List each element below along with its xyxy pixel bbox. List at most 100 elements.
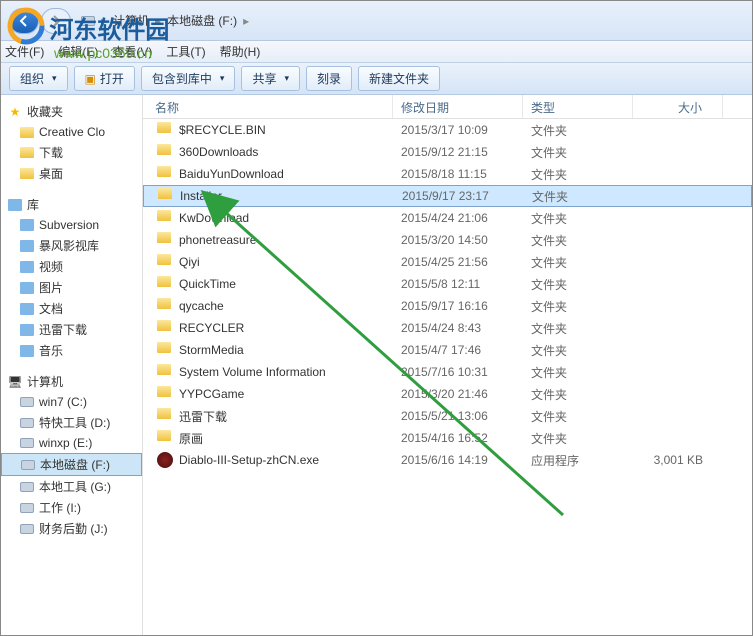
file-date-cell: 2015/4/16 16:52 bbox=[393, 431, 523, 445]
col-date[interactable]: 修改日期 bbox=[393, 95, 523, 118]
organize-button[interactable]: 组织 bbox=[9, 66, 68, 91]
toolbar: 组织 ▣打开 包含到库中 共享 刻录 新建文件夹 bbox=[1, 63, 752, 95]
library-icon bbox=[7, 197, 23, 213]
tree-item-icon bbox=[19, 479, 35, 495]
include-library-button[interactable]: 包含到库中 bbox=[141, 66, 236, 91]
file-row[interactable]: BaiduYunDownload2015/8/18 11:15文件夹 bbox=[143, 163, 752, 185]
tree-item-icon bbox=[19, 280, 35, 296]
file-name: BaiduYunDownload bbox=[179, 167, 284, 181]
breadcrumb[interactable]: ▸ 计算机 ▸ 本地磁盘 (F:) ▸ bbox=[81, 12, 251, 29]
sidebar-item[interactable]: 工作 (I:) bbox=[1, 497, 142, 518]
sidebar-item[interactable]: 图片 bbox=[1, 277, 142, 298]
new-folder-button[interactable]: 新建文件夹 bbox=[358, 66, 440, 91]
favorites-root[interactable]: ★收藏夹 bbox=[1, 101, 142, 122]
computer-label: 计算机 bbox=[27, 373, 63, 390]
file-row[interactable]: Diablo-III-Setup-zhCN.exe2015/6/16 14:19… bbox=[143, 449, 752, 471]
file-date-cell: 2015/8/18 11:15 bbox=[393, 167, 523, 181]
open-icon: ▣ bbox=[85, 72, 96, 86]
tree-item-label: 特快工具 (D:) bbox=[39, 414, 110, 431]
file-row[interactable]: $RECYCLE.BIN2015/3/17 10:09文件夹 bbox=[143, 119, 752, 141]
favorites-label: 收藏夹 bbox=[27, 103, 63, 120]
menu-view[interactable]: 查看(V) bbox=[112, 43, 152, 60]
file-name-cell: 原画 bbox=[143, 430, 393, 447]
col-name[interactable]: 名称 bbox=[143, 95, 393, 118]
file-row[interactable]: Qiyi2015/4/25 21:56文件夹 bbox=[143, 251, 752, 273]
file-row[interactable]: 原画2015/4/16 16:52文件夹 bbox=[143, 427, 752, 449]
file-row[interactable]: StormMedia2015/4/7 17:46文件夹 bbox=[143, 339, 752, 361]
file-date-cell: 2015/6/16 14:19 bbox=[393, 453, 523, 467]
file-date-cell: 2015/9/12 21:15 bbox=[393, 145, 523, 159]
file-type-cell: 文件夹 bbox=[523, 144, 633, 161]
tree-item-label: Creative Clo bbox=[39, 125, 105, 139]
file-row[interactable]: QuickTime2015/5/8 12:11文件夹 bbox=[143, 273, 752, 295]
tree-item-icon bbox=[19, 145, 35, 161]
nav-forward-button[interactable] bbox=[41, 8, 71, 34]
tree-item-label: 本地工具 (G:) bbox=[39, 478, 111, 495]
menu-tools[interactable]: 工具(T) bbox=[166, 43, 205, 60]
folder-icon bbox=[157, 320, 173, 336]
tree-item-label: 迅雷下载 bbox=[39, 321, 87, 338]
tree-item-icon bbox=[19, 394, 35, 410]
file-row[interactable]: Installer2015/9/17 23:17文件夹 bbox=[143, 185, 752, 207]
file-row[interactable]: 360Downloads2015/9/12 21:15文件夹 bbox=[143, 141, 752, 163]
chevron-right-icon: ▸ bbox=[101, 14, 107, 28]
file-type-cell: 文件夹 bbox=[523, 408, 633, 425]
sidebar-item[interactable]: 特快工具 (D:) bbox=[1, 412, 142, 433]
file-date-cell: 2015/9/17 23:17 bbox=[394, 189, 524, 203]
sidebar-item[interactable]: 音乐 bbox=[1, 340, 142, 361]
file-date-cell: 2015/4/7 17:46 bbox=[393, 343, 523, 357]
file-name-cell: qycache bbox=[143, 298, 393, 314]
file-row[interactable]: RECYCLER2015/4/24 8:43文件夹 bbox=[143, 317, 752, 339]
file-row[interactable]: qycache2015/9/17 16:16文件夹 bbox=[143, 295, 752, 317]
sidebar-item[interactable]: 财务后勤 (J:) bbox=[1, 518, 142, 539]
file-row[interactable]: 迅雷下载2015/5/21 13:06文件夹 bbox=[143, 405, 752, 427]
sidebar-item[interactable]: Creative Clo bbox=[1, 122, 142, 142]
menubar: 文件(F) 编辑(E) 查看(V) 工具(T) 帮助(H) bbox=[1, 41, 752, 63]
breadcrumb-computer[interactable]: 计算机 bbox=[113, 12, 149, 29]
file-row[interactable]: YYPCGame2015/3/20 21:46文件夹 bbox=[143, 383, 752, 405]
folder-icon bbox=[157, 166, 173, 182]
tree-item-label: winxp (E:) bbox=[39, 436, 92, 450]
sidebar-item[interactable]: Subversion bbox=[1, 215, 142, 235]
sidebar-item[interactable]: 本地工具 (G:) bbox=[1, 476, 142, 497]
star-icon: ★ bbox=[7, 104, 23, 120]
file-name-cell: Diablo-III-Setup-zhCN.exe bbox=[143, 452, 393, 468]
share-button[interactable]: 共享 bbox=[241, 66, 300, 91]
computer-root[interactable]: 🖥计算机 bbox=[1, 371, 142, 392]
tree-item-label: 工作 (I:) bbox=[39, 499, 81, 516]
col-size[interactable]: 大小 bbox=[633, 95, 723, 118]
folder-icon bbox=[157, 122, 173, 138]
nav-back-button[interactable] bbox=[9, 8, 39, 34]
sidebar-item[interactable]: winxp (E:) bbox=[1, 433, 142, 453]
sidebar-item[interactable]: 迅雷下载 bbox=[1, 319, 142, 340]
menu-edit[interactable]: 编辑(E) bbox=[58, 43, 98, 60]
sidebar-item[interactable]: 本地磁盘 (F:) bbox=[1, 453, 142, 476]
menu-help[interactable]: 帮助(H) bbox=[220, 43, 261, 60]
exe-icon bbox=[157, 452, 173, 468]
tree-item-icon bbox=[19, 166, 35, 182]
libraries-root[interactable]: 库 bbox=[1, 194, 142, 215]
tree-item-icon bbox=[19, 521, 35, 537]
tree-item-icon bbox=[19, 322, 35, 338]
file-type-cell: 文件夹 bbox=[523, 430, 633, 447]
file-row[interactable]: KwDownload2015/4/24 21:06文件夹 bbox=[143, 207, 752, 229]
breadcrumb-drive[interactable]: 本地磁盘 (F:) bbox=[167, 12, 237, 29]
sidebar-item[interactable]: 桌面 bbox=[1, 163, 142, 184]
burn-button[interactable]: 刻录 bbox=[306, 66, 352, 91]
menu-file[interactable]: 文件(F) bbox=[5, 43, 44, 60]
file-name: RECYCLER bbox=[179, 321, 244, 335]
drive-icon bbox=[81, 16, 95, 26]
sidebar-item[interactable]: 下载 bbox=[1, 142, 142, 163]
sidebar-item[interactable]: 视频 bbox=[1, 256, 142, 277]
sidebar-item[interactable]: win7 (C:) bbox=[1, 392, 142, 412]
file-pane: 名称 修改日期 类型 大小 $RECYCLE.BIN2015/3/17 10:0… bbox=[143, 95, 752, 635]
file-name-cell: YYPCGame bbox=[143, 386, 393, 402]
file-type-cell: 文件夹 bbox=[523, 122, 633, 139]
sidebar-item[interactable]: 暴风影视库 bbox=[1, 235, 142, 256]
folder-icon bbox=[157, 210, 173, 226]
file-row[interactable]: System Volume Information2015/7/16 10:31… bbox=[143, 361, 752, 383]
col-type[interactable]: 类型 bbox=[523, 95, 633, 118]
open-button[interactable]: ▣打开 bbox=[74, 66, 135, 91]
sidebar-item[interactable]: 文档 bbox=[1, 298, 142, 319]
file-row[interactable]: phonetreasure2015/3/20 14:50文件夹 bbox=[143, 229, 752, 251]
